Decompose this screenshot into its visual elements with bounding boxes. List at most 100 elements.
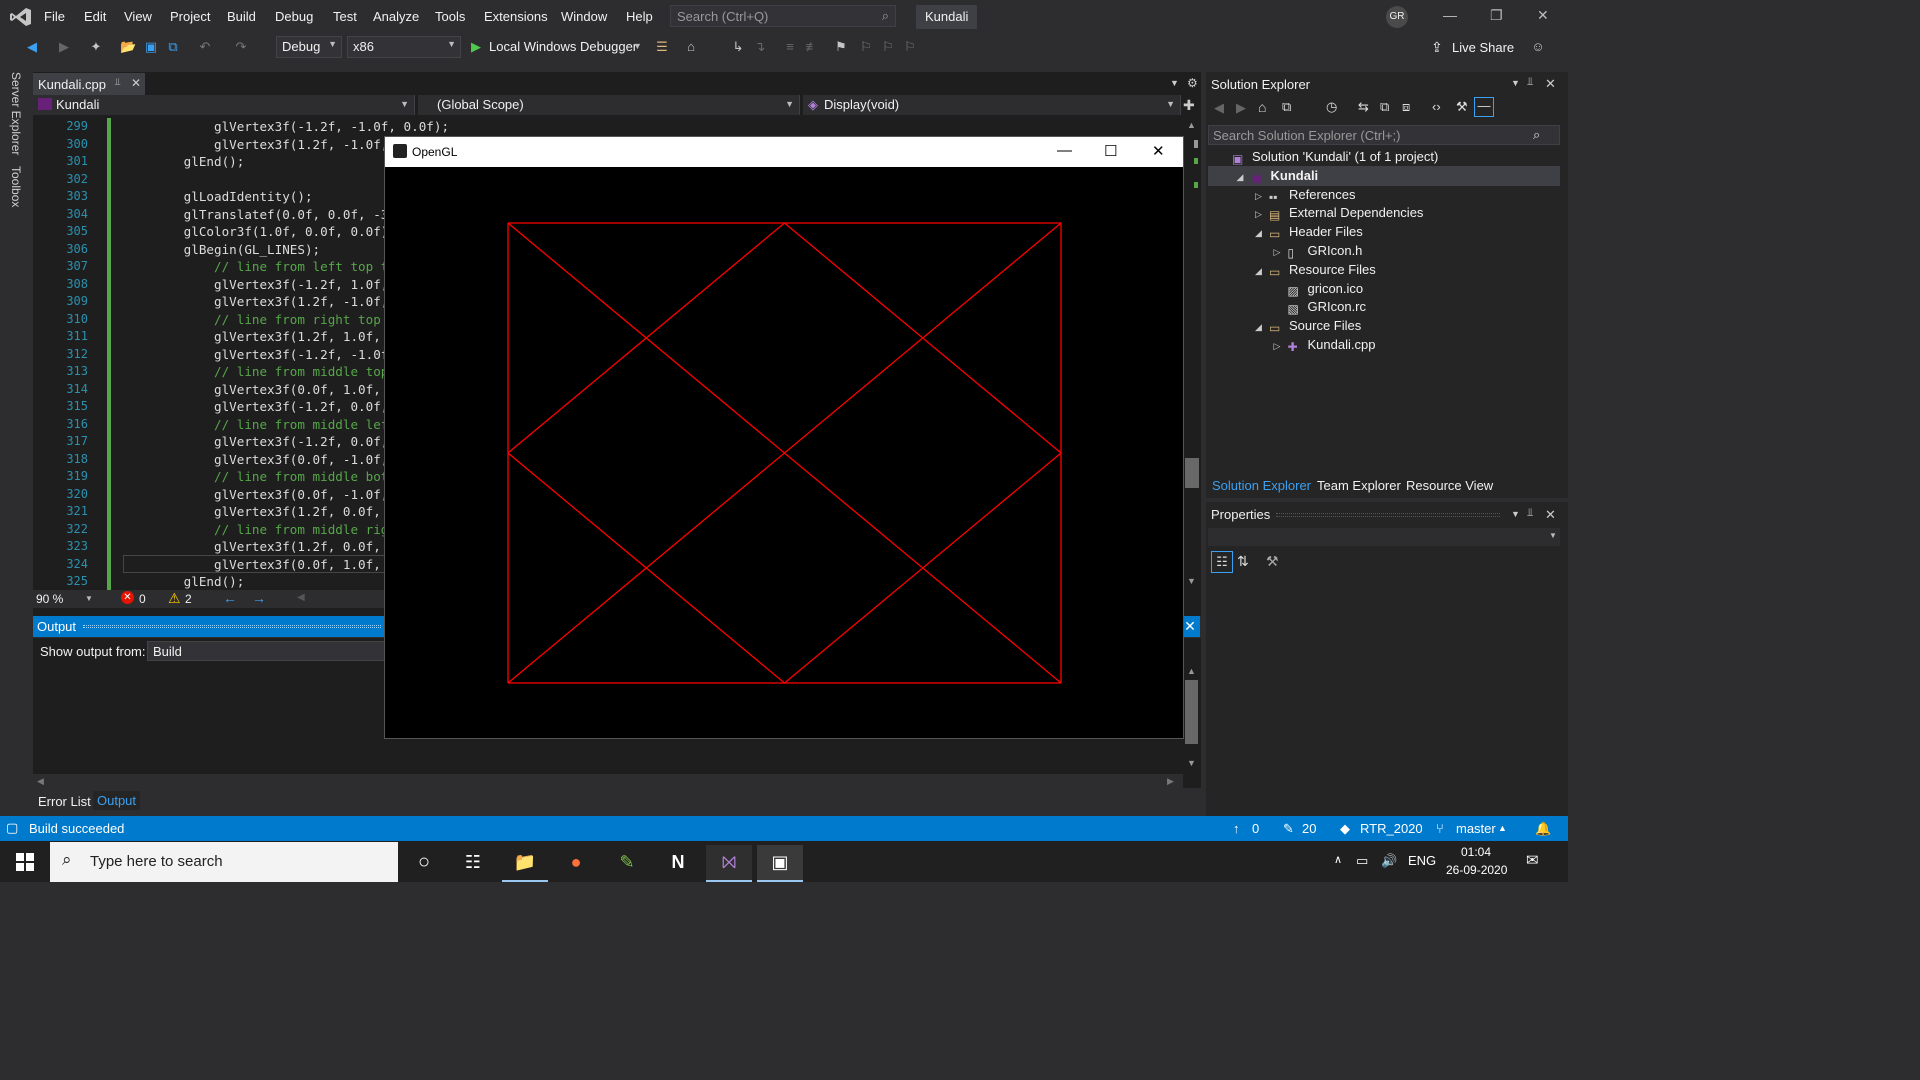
tab-output[interactable]: Output [93,791,141,810]
prev-issue-icon[interactable]: ← [223,590,237,606]
properties-wrench-icon[interactable]: ⚒ [1456,99,1468,115]
show-all-files-icon[interactable]: ⧈ [1402,99,1410,115]
close-tab-icon[interactable]: ✕ [131,76,141,90]
branch-icon[interactable]: ⑂ [1436,821,1444,836]
close-icon[interactable]: ✕ [1545,76,1556,92]
repository-name[interactable]: RTR_2020 [1360,821,1423,836]
tree-item[interactable]: ▷ ✚ Kundali.cpp [1274,337,1376,354]
prev-bookmark-icon[interactable]: ⚐ [858,39,874,55]
tree-item[interactable]: ▷ ▪▪ References [1255,187,1355,204]
switch-views-icon[interactable]: ⧉ [1282,99,1291,115]
output-vertical-scrollbar[interactable]: ▲ ▼ [1183,662,1200,774]
save-all-icon[interactable]: ⧉ [165,39,181,55]
unpushed-commits-icon[interactable]: ↑ [1233,821,1240,836]
step-over-icon[interactable]: ↴ [752,39,768,55]
code-comment[interactable]: // line from middle top to [123,364,411,379]
clock-date[interactable]: 26-09-2020 [1446,863,1507,877]
taskbar-search-input[interactable]: ⌕ Type here to search [50,842,398,882]
search-input[interactable]: Search (Ctrl+Q) ⌕ [670,5,896,27]
code-line[interactable]: glLoadIdentity(); [123,189,313,204]
tree-item[interactable]: ◢ ▭ Header Files [1255,224,1363,241]
opengl-app-taskbar-icon[interactable]: ▣ [757,845,803,882]
home-icon[interactable]: ⌂ [1258,99,1266,115]
code-line[interactable]: glVertex3f(1.2f, 0.0f, 0.0f [123,504,419,519]
collapse-icon[interactable]: ◢ [1237,172,1251,183]
uncomment-icon[interactable]: ≢ [804,39,820,55]
menu-help[interactable]: Help [626,9,653,24]
comment-out-icon[interactable]: ≡ [782,39,798,55]
file-explorer-icon[interactable]: 📁 [502,845,548,882]
code-line[interactable]: glVertex3f(-1.2f, 0.0f, 0.0 [123,434,419,449]
windows-start-icon[interactable] [16,853,34,871]
member-nav-dropdown[interactable]: ◈ Display(void) ▼ [803,95,1181,115]
opengl-titlebar[interactable]: OpenGL — ☐ ✕ [385,137,1183,167]
code-line[interactable]: glVertex3f(0.0f, -1.0f, 0.0 [123,452,419,467]
toolbox-tab[interactable]: Toolbox [9,166,23,207]
code-line[interactable]: glVertex3f(-1.2f, 0.0f, 0.0 [123,399,419,414]
task-view-icon[interactable]: ☷ [450,845,496,882]
start-debugging-button[interactable]: Local Windows Debugger [489,39,637,54]
property-pages-icon[interactable]: ⚒ [1266,553,1279,570]
expand-icon[interactable]: ▷ [1274,341,1288,352]
code-line[interactable]: glVertex3f(-1.2f, -1.0f, 0 [123,347,411,362]
code-line[interactable]: glVertex3f(0.0f, 1.0f, 0.0f [123,382,419,397]
close-icon[interactable]: ✕ [1537,7,1549,24]
view-code-icon[interactable]: ‹› [1432,99,1441,114]
collapse-icon[interactable]: ◢ [1255,322,1269,333]
attach-icon[interactable]: ☰ [654,39,670,55]
error-icon[interactable]: ✕ [121,591,134,604]
code-line[interactable]: glVertex3f(1.2f, 0.0f, 0.0f [123,539,419,554]
minimize-icon[interactable]: — [1443,7,1457,23]
notion-icon[interactable]: N [655,845,701,882]
code-line[interactable]: glVertex3f(1.2f, 1.0f, 0.0f [123,329,419,344]
minimize-icon[interactable]: — [1057,142,1072,159]
scroll-thumb[interactable] [1185,680,1198,744]
new-project-icon[interactable]: ✦ [88,39,104,55]
notifications-bell-icon[interactable]: 🔔 [1535,821,1551,837]
bookmark-icon[interactable]: ⚑ [833,39,849,55]
expand-icon[interactable]: ▷ [1255,191,1269,202]
alphabetical-icon[interactable]: ⇅ [1237,553,1249,570]
maximize-icon[interactable]: ☐ [1104,142,1117,160]
chevron-down-icon[interactable]: ▼ [1511,78,1520,88]
scope-nav-dropdown[interactable]: (Global Scope) ▼ [418,95,800,115]
code-line[interactable]: glVertex3f(0.0f, -1.0f, 0.0 [123,487,419,502]
code-line[interactable]: glEnd(); [123,574,245,589]
code-comment[interactable]: // line from right top to l [123,312,419,327]
tree-item[interactable]: ▨ gricon.ico [1274,281,1364,298]
tree-item[interactable]: ▣ Solution 'Kundali' (1 of 1 project) [1218,149,1438,166]
code-line[interactable]: glBegin(GL_LINES); [123,242,320,257]
back-icon[interactable]: ◀ [1214,100,1224,116]
code-line[interactable]: glTranslatef(0.0f, 0.0f, -3.0f [123,207,411,222]
language-indicator[interactable]: ENG [1408,853,1436,868]
scroll-left-icon[interactable]: ◀ [37,776,44,787]
code-line[interactable]: glVertex3f(1.2f, -1.0f, 0.0 [123,137,419,152]
solution-search-input[interactable]: Search Solution Explorer (Ctrl+;) ⌕ [1208,125,1560,145]
pin-icon[interactable]: ⫫ [1527,76,1533,89]
menu-analyze[interactable]: Analyze [373,9,419,24]
tab-team-explorer[interactable]: Team Explorer [1317,478,1401,493]
code-comment[interactable]: // line from middle bottom [123,469,411,484]
tree-item[interactable]: ▧ GRIcon.rc [1274,299,1367,316]
code-line[interactable]: glEnd(); [123,154,245,169]
tree-item[interactable]: ◢ ▣ Kundali [1237,168,1319,185]
properties-object-select[interactable]: ▼ [1208,528,1560,546]
next-issue-icon[interactable]: → [252,590,266,606]
visual-studio-taskbar-icon[interactable]: ⨝ [706,845,752,882]
cortana-icon[interactable]: ○ [401,845,447,882]
avatar[interactable]: GR [1386,6,1408,28]
code-line[interactable]: glVertex3f(-1.2f, -1.0f, 0.0f); [123,119,449,134]
menu-project[interactable]: Project [170,9,210,24]
scroll-up-icon[interactable]: ▲ [1187,666,1196,676]
tree-item[interactable]: ◢ ▭ Resource Files [1255,262,1376,279]
expand-icon[interactable]: ▷ [1274,247,1288,258]
pin-icon[interactable]: ⫫ [115,77,121,88]
opengl-window[interactable]: OpenGL — ☐ ✕ [384,136,1184,739]
code-comment[interactable]: // line from middle right t [123,522,419,537]
step-icon[interactable]: ↳ [730,39,746,55]
code-comment[interactable]: // line from middle left to [123,417,419,432]
restore-icon[interactable]: ❐ [1490,7,1503,24]
chevron-down-icon[interactable]: ▼ [633,41,642,51]
menu-window[interactable]: Window [561,9,607,24]
code-line[interactable]: glVertex3f(-1.2f, 1.0f, 0.0 [123,277,419,292]
